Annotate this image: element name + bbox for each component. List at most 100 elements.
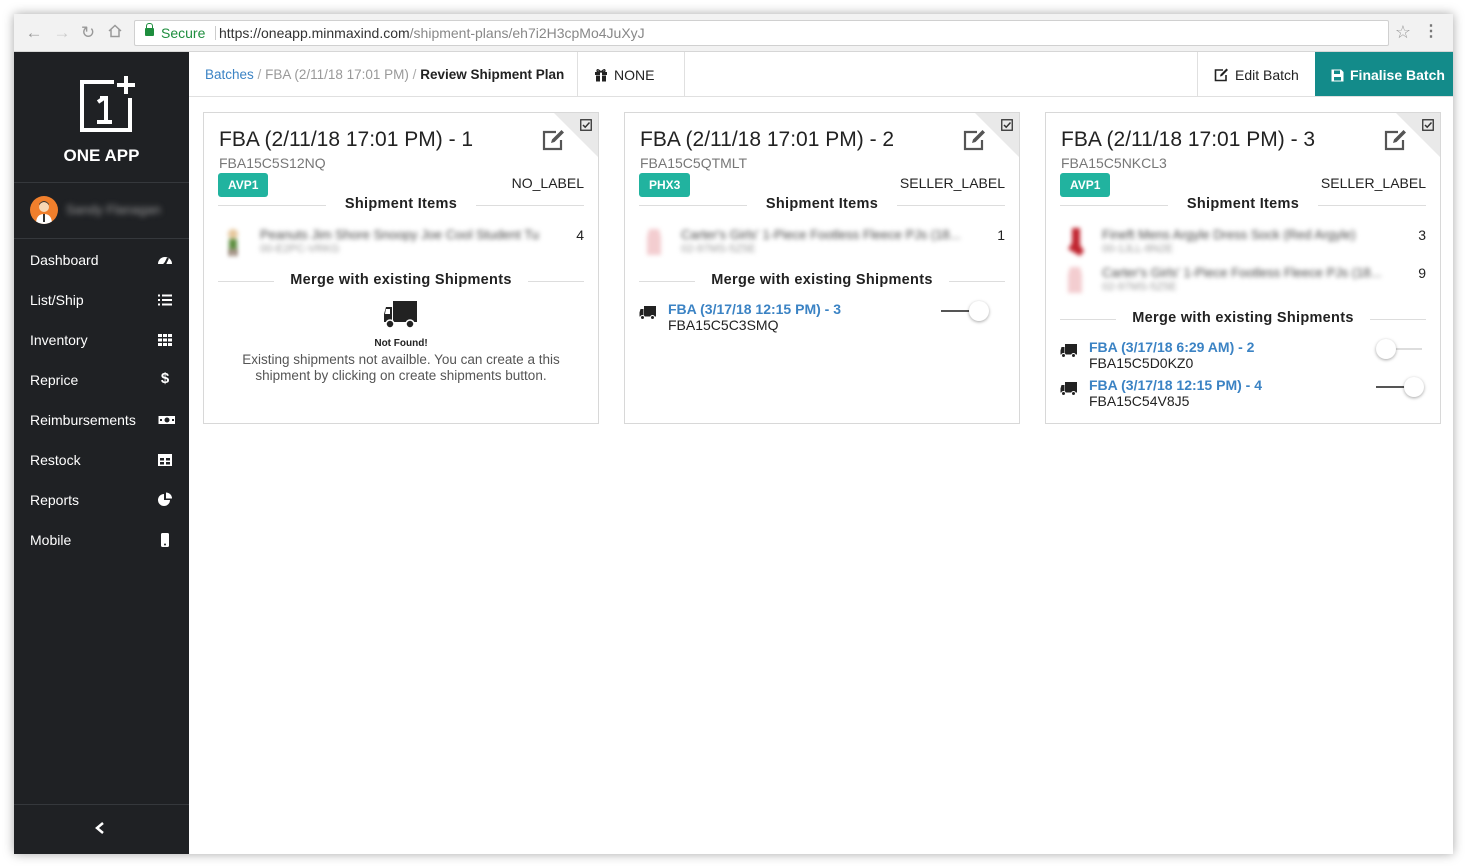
sidebar-collapse-button[interactable]	[14, 804, 189, 854]
sidebar-item-list-ship[interactable]: List/Ship	[14, 280, 189, 320]
shipment-title: FBA (2/11/18 17:01 PM) - 3	[1061, 128, 1316, 151]
sidebar-item-reimbursements[interactable]: Reimbursements	[14, 400, 189, 440]
edit-shipment-icon[interactable]	[1384, 129, 1408, 151]
reload-icon[interactable]: ↻	[78, 23, 98, 43]
item-name: Carter's Girls' 1-Piece Footless Fleece …	[681, 227, 961, 242]
label-type: NO_LABEL	[511, 175, 584, 191]
item-sku: 00-E2PC-VRKG	[260, 243, 340, 255]
truck-icon	[1060, 382, 1077, 396]
chevron-left-icon	[95, 822, 104, 834]
not-found-label: Not Found!	[374, 338, 428, 349]
existing-shipment-link[interactable]: FBA (3/17/18 12:15 PM) - 4	[1089, 377, 1262, 393]
shipment-item: Fineft Mens Argyle Dress Sock (Red Argyl…	[1060, 225, 1426, 261]
merge-toggle[interactable]	[1376, 377, 1426, 397]
checkbox-checked-icon[interactable]	[1001, 119, 1013, 131]
oneplus-logo-icon[interactable]	[78, 76, 135, 132]
merge-toggle[interactable]	[1376, 339, 1426, 359]
grid-icon	[158, 334, 172, 346]
label-type: SELLER_LABEL	[1320, 175, 1426, 191]
table-icon	[158, 454, 172, 466]
gift-icon	[595, 69, 607, 82]
edit-icon	[1214, 68, 1228, 82]
shipment-card: FBA (2/11/18 17:01 PM) - 3 FBA15C5NKCL3 …	[1045, 112, 1441, 424]
item-sku: 02-97MS-5Z5E	[1102, 281, 1177, 293]
item-sku: 00-1JLL-8N2E	[1102, 243, 1173, 255]
existing-shipment-code: FBA15C5D0KZ0	[1089, 355, 1194, 371]
breadcrumb: Batches / FBA (2/11/18 17:01 PM) / Revie…	[205, 67, 565, 82]
truck-icon	[639, 306, 656, 320]
fulfillment-center-badge: AVP1	[1060, 173, 1111, 197]
existing-shipment-code: FBA15C54V8J5	[1089, 393, 1190, 409]
breadcrumb-current: Review Shipment Plan	[420, 67, 565, 82]
save-icon	[1331, 69, 1344, 82]
sidebar-item-reprice[interactable]: Reprice $	[14, 360, 189, 400]
item-quantity: 4	[576, 227, 584, 243]
merge-toggle[interactable]	[941, 301, 991, 321]
secure-label: Secure	[161, 25, 206, 41]
shipment-code: FBA15C5QTMLT	[640, 155, 748, 171]
shipment-title: FBA (2/11/18 17:01 PM) - 2	[640, 128, 895, 151]
fulfillment-center-badge: AVP1	[218, 173, 269, 197]
prep-selector[interactable]: NONE	[594, 67, 654, 83]
breadcrumb-batches-link[interactable]: Batches	[205, 67, 254, 82]
browser-window: ← → ↻ Secure https://oneapp.minmaxind.co…	[14, 14, 1453, 854]
truck-icon	[384, 301, 417, 329]
home-icon[interactable]	[105, 23, 125, 43]
sidebar-item-reports[interactable]: Reports	[14, 480, 189, 520]
edit-shipment-icon[interactable]	[542, 129, 566, 151]
shipment-items-heading: Shipment Items	[639, 195, 1005, 215]
sidebar-item-dashboard[interactable]: Dashboard	[14, 240, 189, 280]
forward-icon[interactable]: →	[52, 23, 72, 43]
avatar	[30, 196, 58, 224]
sidebar-item-restock[interactable]: Restock	[14, 440, 189, 480]
shipment-code: FBA15C5S12NQ	[219, 155, 326, 171]
user-name: Sandy Flanagan	[66, 202, 161, 217]
shipment-card: FBA (2/11/18 17:01 PM) - 1 FBA15C5S12NQ …	[203, 112, 599, 424]
empty-message: Existing shipments not availble. You can…	[242, 352, 560, 383]
address-bar[interactable]: Secure https://oneapp.minmaxind.com/ship…	[134, 20, 1389, 46]
dashboard-icon	[158, 257, 172, 266]
item-quantity: 9	[1418, 265, 1426, 281]
sidebar-item-inventory[interactable]: Inventory	[14, 320, 189, 360]
existing-shipment-code: FBA15C5C3SMQ	[668, 317, 779, 333]
item-name: Fineft Mens Argyle Dress Sock (Red Argyl…	[1102, 227, 1356, 242]
existing-shipment-row: FBA (3/17/18 6:29 AM) - 2 FBA15C5D0KZ0	[1060, 339, 1426, 375]
label-type: SELLER_LABEL	[899, 175, 1005, 191]
shipment-item: Peanuts Jim Shore Snoopy Joe Cool Studen…	[218, 225, 584, 261]
page-header: Batches / FBA (2/11/18 17:01 PM) / Revie…	[189, 52, 1453, 97]
product-thumbnail	[1068, 228, 1084, 256]
edit-shipment-icon[interactable]	[963, 129, 987, 151]
user-profile[interactable]: Sandy Flanagan	[30, 196, 180, 224]
sidebar-item-mobile[interactable]: Mobile	[14, 520, 189, 560]
bookmark-star-icon[interactable]: ☆	[1395, 22, 1411, 42]
item-quantity: 3	[1418, 227, 1426, 243]
browser-toolbar: ← → ↻ Secure https://oneapp.minmaxind.co…	[14, 14, 1453, 52]
shipment-code: FBA15C5NKCL3	[1061, 155, 1167, 171]
product-thumbnail	[1068, 267, 1082, 293]
checkbox-checked-icon[interactable]	[580, 119, 592, 131]
edit-batch-button[interactable]: Edit Batch	[1214, 67, 1299, 83]
existing-shipment-link[interactable]: FBA (3/17/18 12:15 PM) - 3	[668, 301, 841, 317]
no-shipments-placeholder: Not Found! Existing shipments not availb…	[218, 299, 584, 384]
existing-shipment-row: FBA (3/17/18 12:15 PM) - 3 FBA15C5C3SMQ	[639, 301, 1005, 337]
list-icon	[158, 294, 172, 306]
existing-shipment-link[interactable]: FBA (3/17/18 6:29 AM) - 2	[1089, 339, 1254, 355]
shipment-item: Carter's Girls' 1-Piece Footless Fleece …	[639, 225, 1005, 261]
item-name: Peanuts Jim Shore Snoopy Joe Cool Studen…	[260, 227, 539, 242]
finalise-batch-button[interactable]: Finalise Batch	[1315, 52, 1453, 96]
item-name: Carter's Girls' 1-Piece Footless Fleece …	[1102, 265, 1382, 280]
browser-menu-icon[interactable]: ⋮	[1423, 22, 1439, 42]
breadcrumb-batch[interactable]: FBA (2/11/18 17:01 PM)	[265, 67, 409, 82]
product-thumbnail	[228, 229, 238, 256]
back-icon[interactable]: ←	[24, 23, 44, 43]
pie-chart-icon	[158, 492, 172, 506]
shipment-items-heading: Shipment Items	[218, 195, 584, 215]
app-name: ONE APP	[63, 146, 140, 165]
lock-icon	[145, 23, 154, 36]
checkbox-checked-icon[interactable]	[1422, 119, 1434, 131]
shipment-title: FBA (2/11/18 17:01 PM) - 1	[219, 128, 474, 151]
main-content: FBA (2/11/18 17:01 PM) - 1 FBA15C5S12NQ …	[189, 98, 1453, 854]
item-sku: 02-97MS-5Z5E	[681, 243, 756, 255]
shipment-items-heading: Shipment Items	[1060, 195, 1426, 215]
product-thumbnail	[647, 229, 661, 255]
